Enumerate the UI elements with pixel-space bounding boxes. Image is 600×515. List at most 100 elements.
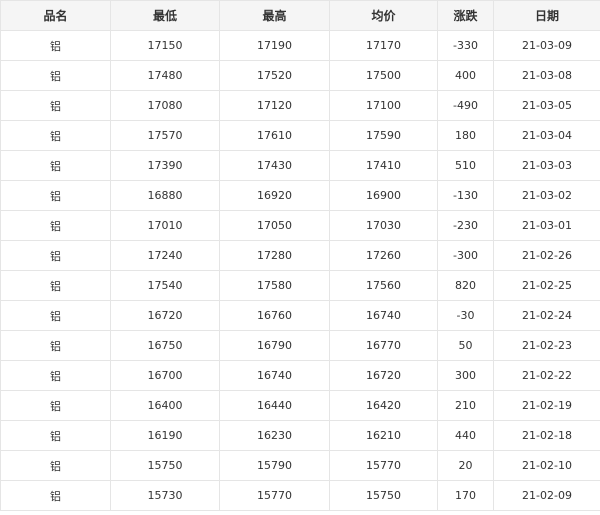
cell-average: 16210 [329, 420, 438, 451]
cell-date: 21-03-09 [493, 30, 600, 61]
cell-change: 50 [437, 330, 494, 361]
table-row: 铝 17390 17430 17410 510 21-03-03 [0, 150, 600, 181]
cell-product: 铝 [0, 390, 111, 421]
cell-low: 17010 [110, 210, 220, 241]
cell-date: 21-03-05 [493, 90, 600, 121]
cell-high: 16440 [219, 390, 330, 421]
cell-low: 17150 [110, 30, 220, 61]
cell-low: 17080 [110, 90, 220, 121]
table-body: 铝 17150 17190 17170 -330 21-03-09 铝 17480 17520 1… [0, 30, 600, 511]
cell-low: 16700 [110, 360, 220, 391]
cell-change: 400 [437, 60, 494, 91]
cell-change: 180 [437, 120, 494, 151]
cell-low: 16400 [110, 390, 220, 421]
cell-low: 15730 [110, 480, 220, 511]
cell-date: 21-02-25 [493, 270, 600, 301]
cell-average: 17260 [329, 240, 438, 271]
cell-high: 16230 [219, 420, 330, 451]
cell-change: 170 [437, 480, 494, 511]
cell-high: 16920 [219, 180, 330, 211]
cell-average: 17170 [329, 30, 438, 61]
cell-average: 17500 [329, 60, 438, 91]
cell-date: 21-02-22 [493, 360, 600, 391]
table-row: 铝 17480 17520 17500 400 21-03-08 [0, 60, 600, 91]
cell-change: -330 [437, 30, 494, 61]
cell-change: 20 [437, 450, 494, 481]
table-row: 铝 16880 16920 16900 -130 21-03-02 [0, 180, 600, 211]
cell-date: 21-03-03 [493, 150, 600, 181]
cell-product: 铝 [0, 180, 111, 211]
cell-average: 17560 [329, 270, 438, 301]
cell-average: 16420 [329, 390, 438, 421]
cell-high: 17430 [219, 150, 330, 181]
cell-date: 21-03-02 [493, 180, 600, 211]
cell-high: 17610 [219, 120, 330, 151]
cell-high: 17190 [219, 30, 330, 61]
cell-average: 17410 [329, 150, 438, 181]
cell-average: 16740 [329, 300, 438, 331]
table-row: 铝 16400 16440 16420 210 21-02-19 [0, 390, 600, 421]
cell-high: 17280 [219, 240, 330, 271]
cell-product: 铝 [0, 300, 111, 331]
cell-change: 440 [437, 420, 494, 451]
table-row: 铝 17540 17580 17560 820 21-02-25 [0, 270, 600, 301]
header-date: 日期 [493, 0, 600, 31]
header-change: 涨跌 [437, 0, 494, 31]
cell-product: 铝 [0, 150, 111, 181]
cell-date: 21-02-18 [493, 420, 600, 451]
cell-low: 17240 [110, 240, 220, 271]
cell-product: 铝 [0, 30, 111, 61]
cell-low: 16190 [110, 420, 220, 451]
cell-average: 15750 [329, 480, 438, 511]
cell-high: 15770 [219, 480, 330, 511]
cell-average: 16900 [329, 180, 438, 211]
cell-high: 17120 [219, 90, 330, 121]
cell-product: 铝 [0, 360, 111, 391]
cell-low: 16720 [110, 300, 220, 331]
cell-product: 铝 [0, 270, 111, 301]
header-low: 最低 [110, 0, 220, 31]
cell-low: 16750 [110, 330, 220, 361]
table-row: 铝 16750 16790 16770 50 21-02-23 [0, 330, 600, 361]
header-high: 最高 [219, 0, 330, 31]
cell-product: 铝 [0, 480, 111, 511]
cell-product: 铝 [0, 210, 111, 241]
cell-date: 21-03-01 [493, 210, 600, 241]
cell-change: 510 [437, 150, 494, 181]
cell-high: 16740 [219, 360, 330, 391]
table-row: 铝 17570 17610 17590 180 21-03-04 [0, 120, 600, 151]
cell-date: 21-02-23 [493, 330, 600, 361]
cell-change: 300 [437, 360, 494, 391]
cell-average: 17100 [329, 90, 438, 121]
table-row: 铝 16190 16230 16210 440 21-02-18 [0, 420, 600, 451]
price-table: 品名 最低 最高 均价 涨跌 日期 铝 17150 17190 17170 -330 21… [0, 0, 600, 511]
cell-high: 17580 [219, 270, 330, 301]
cell-low: 17390 [110, 150, 220, 181]
cell-average: 15770 [329, 450, 438, 481]
table-row: 铝 16700 16740 16720 300 21-02-22 [0, 360, 600, 391]
cell-low: 15750 [110, 450, 220, 481]
table-row: 铝 17010 17050 17030 -230 21-03-01 [0, 210, 600, 241]
cell-high: 16760 [219, 300, 330, 331]
cell-low: 16880 [110, 180, 220, 211]
cell-high: 16790 [219, 330, 330, 361]
cell-date: 21-02-26 [493, 240, 600, 271]
cell-high: 17520 [219, 60, 330, 91]
cell-date: 21-03-08 [493, 60, 600, 91]
table-row: 铝 17080 17120 17100 -490 21-03-05 [0, 90, 600, 121]
table-row: 铝 16720 16760 16740 -30 21-02-24 [0, 300, 600, 331]
cell-product: 铝 [0, 60, 111, 91]
cell-average: 17590 [329, 120, 438, 151]
cell-product: 铝 [0, 450, 111, 481]
table-row: 铝 15730 15770 15750 170 21-02-09 [0, 480, 600, 511]
cell-low: 17480 [110, 60, 220, 91]
cell-average: 16770 [329, 330, 438, 361]
cell-change: 820 [437, 270, 494, 301]
header-row: 品名 最低 最高 均价 涨跌 日期 [0, 0, 600, 31]
cell-date: 21-02-09 [493, 480, 600, 511]
cell-date: 21-02-24 [493, 300, 600, 331]
cell-date: 21-02-10 [493, 450, 600, 481]
header-product: 品名 [0, 0, 111, 31]
cell-average: 17030 [329, 210, 438, 241]
cell-change: -300 [437, 240, 494, 271]
